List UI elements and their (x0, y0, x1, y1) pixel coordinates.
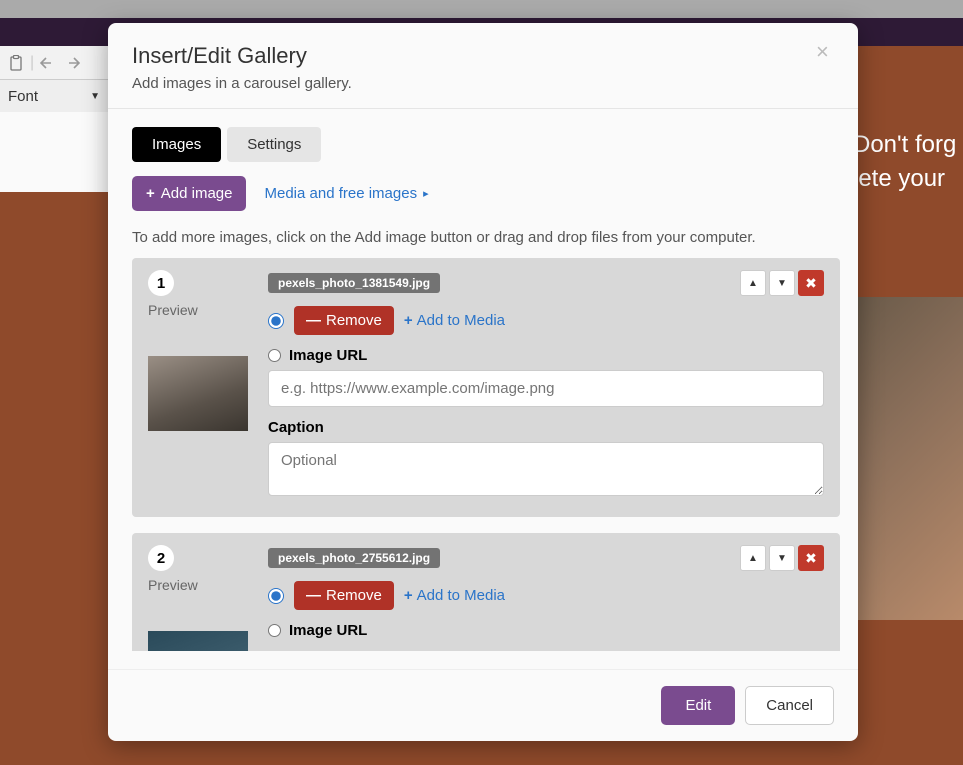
preview-label: Preview (148, 577, 248, 593)
plus-icon: + (146, 185, 155, 202)
filename-row: pexels_photo_1381549.jpg ▲ ▼ ✖ (268, 270, 824, 296)
radio-uploaded[interactable] (268, 313, 284, 329)
thumbnail (148, 356, 248, 431)
item-left-col: 1 Preview (148, 270, 248, 501)
caption-textarea[interactable] (268, 442, 824, 496)
item-left-col: 2 Preview (148, 545, 248, 651)
modal-title: Insert/Edit Gallery (132, 43, 834, 69)
item-controls: ▲ ▼ ✖ (740, 545, 824, 571)
item-number-badge: 2 (148, 545, 174, 571)
move-down-button[interactable]: ▼ (769, 270, 795, 296)
undo-icon[interactable] (38, 53, 58, 73)
modal-footer: Edit Cancel (108, 669, 858, 741)
font-dropdown[interactable]: Font ▼ (0, 79, 108, 112)
caret-up-icon: ▲ (748, 553, 758, 564)
editor-toolbar: | (0, 46, 108, 79)
item-right-col: pexels_photo_1381549.jpg ▲ ▼ ✖ — Remove (268, 270, 824, 501)
editor-sidebar-preview (0, 112, 108, 192)
filename-badge: pexels_photo_2755612.jpg (268, 548, 440, 568)
gallery-items-scroll[interactable]: 1 Preview pexels_photo_1381549.jpg ▲ ▼ ✖ (132, 258, 846, 651)
plus-icon: + (404, 587, 413, 604)
add-to-media-label: Add to Media (417, 312, 505, 329)
chevron-right-icon: ▸ (423, 187, 429, 200)
clipboard-icon[interactable] (6, 53, 26, 73)
add-to-media-link[interactable]: + Add to Media (404, 587, 505, 604)
x-icon: ✖ (805, 275, 817, 292)
edit-button[interactable]: Edit (661, 686, 735, 725)
radio-uploaded[interactable] (268, 588, 284, 604)
tab-images[interactable]: Images (132, 127, 221, 162)
filename-row: pexels_photo_2755612.jpg ▲ ▼ ✖ (268, 545, 824, 571)
caret-down-icon: ▼ (777, 553, 787, 564)
tab-row: Images Settings (132, 127, 834, 162)
modal-subtitle: Add images in a carousel gallery. (132, 75, 834, 92)
media-free-images-link[interactable]: Media and free images ▸ (264, 185, 428, 202)
tab-settings[interactable]: Settings (227, 127, 321, 162)
add-to-media-link[interactable]: + Add to Media (404, 312, 505, 329)
delete-item-button[interactable]: ✖ (798, 545, 824, 571)
plus-icon: + (404, 312, 413, 329)
caret-up-icon: ▲ (748, 278, 758, 289)
close-icon[interactable]: × (816, 41, 836, 61)
url-source-row: Image URL (268, 347, 824, 364)
radio-image-url[interactable] (268, 624, 281, 637)
image-url-label: Image URL (289, 347, 367, 364)
gallery-item: 2 Preview pexels_photo_2755612.jpg ▲ ▼ ✖ (132, 533, 840, 651)
radio-image-url[interactable] (268, 349, 281, 362)
add-image-button[interactable]: + Add image (132, 176, 246, 211)
top-bar (0, 0, 963, 18)
move-up-button[interactable]: ▲ (740, 545, 766, 571)
font-label: Font (8, 88, 38, 105)
modal-body: Images Settings + Add image Media and fr… (108, 109, 858, 669)
media-link-label: Media and free images (264, 185, 417, 202)
add-image-label: Add image (161, 185, 233, 202)
delete-item-button[interactable]: ✖ (798, 270, 824, 296)
filename-badge: pexels_photo_1381549.jpg (268, 273, 440, 293)
caption-label: Caption (268, 419, 824, 436)
image-url-label: Image URL (289, 622, 367, 639)
help-text: To add more images, click on the Add ima… (132, 229, 834, 246)
minus-icon: — (306, 587, 321, 604)
redo-icon[interactable] (62, 53, 82, 73)
remove-upload-button[interactable]: — Remove (294, 581, 394, 610)
thumbnail (148, 631, 248, 651)
background-image-snippet (858, 297, 963, 620)
gallery-modal: Insert/Edit Gallery Add images in a caro… (108, 23, 858, 741)
gallery-item: 1 Preview pexels_photo_1381549.jpg ▲ ▼ ✖ (132, 258, 840, 517)
upload-source-row: — Remove + Add to Media (268, 306, 824, 335)
move-down-button[interactable]: ▼ (769, 545, 795, 571)
add-row: + Add image Media and free images ▸ (132, 176, 834, 211)
url-source-row: Image URL (268, 622, 824, 639)
item-number-badge: 1 (148, 270, 174, 296)
add-to-media-label: Add to Media (417, 587, 505, 604)
preview-label: Preview (148, 302, 248, 318)
upload-source-row: — Remove + Add to Media (268, 581, 824, 610)
caret-down-icon: ▼ (777, 278, 787, 289)
cancel-button[interactable]: Cancel (745, 686, 834, 725)
modal-header: Insert/Edit Gallery Add images in a caro… (108, 23, 858, 109)
x-icon: ✖ (805, 550, 817, 567)
minus-icon: — (306, 312, 321, 329)
item-right-col: pexels_photo_2755612.jpg ▲ ▼ ✖ — Remove (268, 545, 824, 651)
background-text-snippet: Don't forg lete your (853, 128, 963, 195)
item-controls: ▲ ▼ ✖ (740, 270, 824, 296)
remove-label: Remove (326, 312, 382, 329)
move-up-button[interactable]: ▲ (740, 270, 766, 296)
image-url-input[interactable] (268, 370, 824, 407)
remove-label: Remove (326, 587, 382, 604)
remove-upload-button[interactable]: — Remove (294, 306, 394, 335)
chevron-down-icon: ▼ (90, 91, 100, 102)
